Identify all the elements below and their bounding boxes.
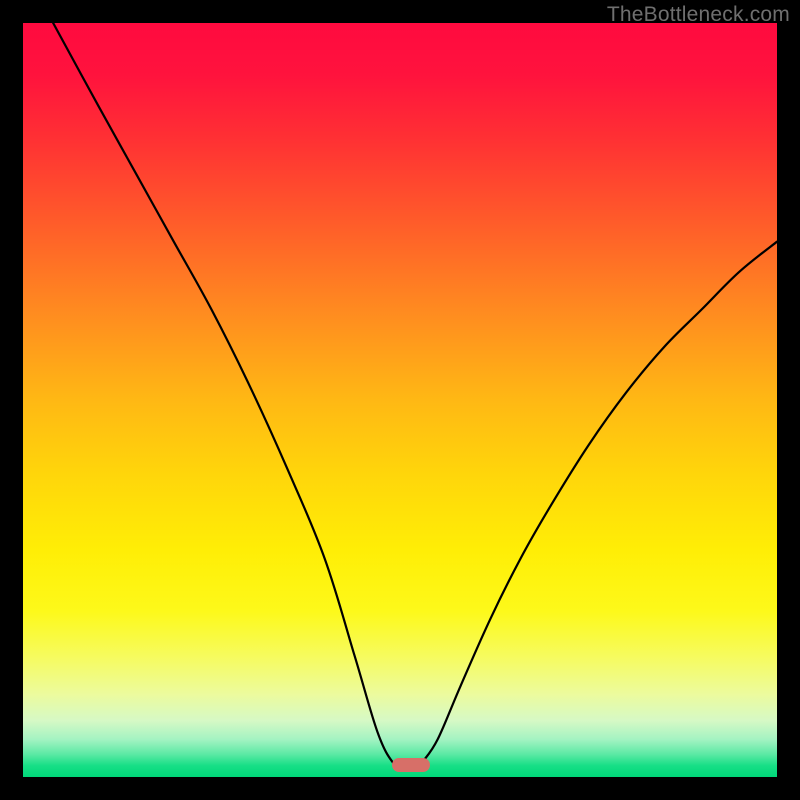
plot-area: [23, 23, 777, 777]
bottleneck-curve: [23, 23, 777, 777]
optimal-marker: [392, 758, 430, 772]
chart-stage: TheBottleneck.com: [0, 0, 800, 800]
